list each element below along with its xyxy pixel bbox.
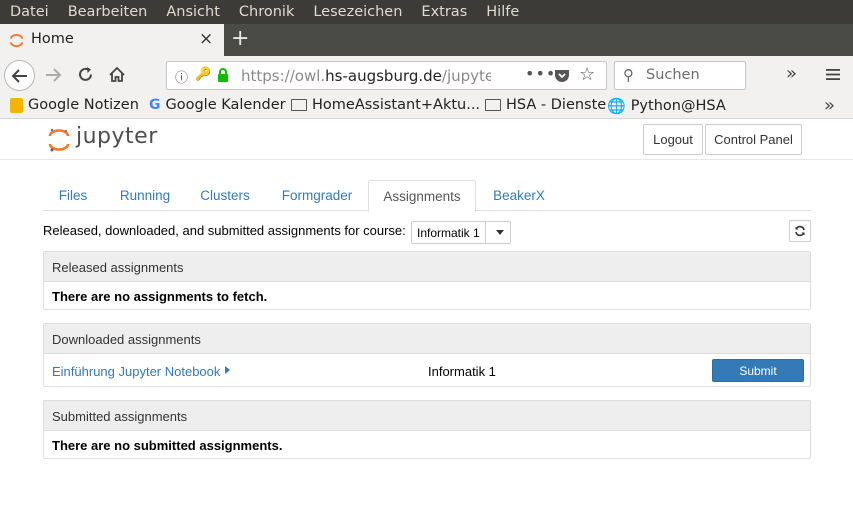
refresh-button[interactable] (789, 220, 811, 242)
back-button[interactable] (4, 60, 35, 91)
course-select[interactable]: Informatik 1 (411, 221, 511, 244)
jupyter-favicon-icon (9, 33, 24, 48)
downloaded-assignments-panel: Downloaded assignments Einführung Jupyte… (43, 323, 811, 387)
folder-icon (291, 99, 307, 111)
menu-bar: Datei Bearbeiten Ansicht Chronik Lesezei… (0, 0, 853, 24)
released-empty-message: There are no assignments to fetch. (52, 289, 268, 304)
menu-bearbeiten[interactable]: Bearbeiten (68, 4, 148, 20)
submitted-assignments-panel: Submitted assignments There are no submi… (43, 400, 811, 459)
keep-icon (10, 97, 23, 113)
hamburger-menu-icon[interactable] (826, 68, 840, 81)
bookmarks-overflow-icon[interactable]: » (824, 95, 835, 116)
bookmark-star-icon[interactable]: ☆ (579, 64, 595, 85)
panel-heading: Downloaded assignments (44, 324, 810, 354)
google-icon: G (149, 97, 161, 113)
tab-formgrader[interactable]: Formgrader (271, 180, 363, 211)
search-icon: ⚲ (623, 66, 634, 84)
list-item: Einführung Jupyter Notebook Informatik 1… (44, 354, 810, 386)
jupyter-header: jupyter Logout Control Panel (0, 120, 853, 160)
search-placeholder: Suchen (646, 67, 700, 83)
menu-ansicht[interactable]: Ansicht (166, 4, 220, 20)
caret-down-icon (496, 230, 504, 235)
key-icon[interactable]: 🔑 (195, 67, 211, 82)
search-field[interactable]: ⚲ Suchen (614, 61, 746, 90)
select-divider (485, 222, 486, 243)
forward-arrow-icon[interactable] (44, 67, 62, 83)
assignment-course: Informatik 1 (428, 364, 496, 379)
tab-strip: Home × + (0, 24, 853, 56)
browser-tab-home[interactable]: Home × (0, 24, 224, 56)
reload-icon[interactable] (77, 66, 94, 83)
tab-title: Home (31, 31, 74, 47)
new-tab-icon[interactable]: + (231, 26, 249, 51)
back-arrow-icon (11, 68, 27, 83)
bookmark-google-kalender[interactable]: G Google Kalender (149, 97, 286, 113)
info-icon[interactable]: ⓘ (175, 67, 188, 86)
menu-hilfe[interactable]: Hilfe (486, 4, 519, 20)
menu-chronik[interactable]: Chronik (239, 4, 294, 20)
lock-icon[interactable] (216, 68, 230, 82)
tab-running[interactable]: Running (111, 180, 179, 211)
menu-lesezeichen[interactable]: Lesezeichen (313, 4, 402, 20)
panel-heading: Submitted assignments (44, 401, 810, 431)
overflow-chevron-icon[interactable]: » (786, 63, 797, 84)
bookmark-google-notizen[interactable]: Google Notizen (10, 97, 139, 113)
navigation-bar: ⓘ 🔑 https://owl.hs-augsburg.de/jupyter/u… (0, 56, 853, 94)
page-actions-icon[interactable]: ••• (525, 64, 556, 83)
released-assignments-panel: Released assignments There are no assign… (43, 251, 811, 310)
jupyter-logo-icon[interactable] (48, 127, 70, 153)
logout-button[interactable]: Logout (643, 124, 703, 155)
folder-icon (485, 99, 501, 111)
bookmark-homeassistant[interactable]: HomeAssistant+Aktu... (291, 97, 480, 113)
jupyter-page: jupyter Logout Control Panel Files Runni… (0, 120, 853, 516)
control-panel-button[interactable]: Control Panel (705, 124, 802, 155)
bookmark-python-hsa[interactable]: 🌐 Python@HSA (607, 97, 726, 115)
refresh-icon (795, 225, 805, 237)
tab-assignments[interactable]: Assignments (368, 180, 476, 212)
jupyter-logo-text: jupyter (76, 124, 158, 149)
close-tab-icon[interactable]: × (199, 29, 213, 49)
url-text[interactable]: https://owl.hs-augsburg.de/jupyter/u (241, 67, 491, 85)
course-select-value: Informatik 1 (417, 226, 480, 240)
bookmarks-toolbar: Google Notizen G Google Kalender HomeAss… (0, 94, 853, 119)
globe-icon: 🌐 (607, 97, 626, 115)
home-icon[interactable] (108, 66, 126, 83)
tab-files[interactable]: Files (47, 180, 99, 211)
panel-heading: Released assignments (44, 252, 810, 282)
menu-datei[interactable]: Datei (10, 4, 49, 20)
tab-beakerx[interactable]: BeakerX (484, 180, 554, 211)
bookmark-hsa-dienste[interactable]: HSA - Dienste (485, 97, 606, 113)
submit-button[interactable]: Submit (712, 359, 804, 382)
url-bar[interactable]: ⓘ 🔑 https://owl.hs-augsburg.de/jupyter/u… (166, 61, 607, 90)
menu-extras[interactable]: Extras (421, 4, 467, 20)
submitted-empty-message: There are no submitted assignments. (52, 438, 283, 453)
pocket-icon[interactable] (554, 67, 570, 83)
tab-clusters[interactable]: Clusters (192, 180, 258, 211)
assignment-link[interactable]: Einführung Jupyter Notebook (52, 364, 220, 379)
course-label: Released, downloaded, and submitted assi… (43, 223, 406, 238)
nav-tabs: Files Running Clusters Formgrader Assign… (43, 180, 811, 212)
caret-right-icon[interactable] (225, 366, 230, 374)
